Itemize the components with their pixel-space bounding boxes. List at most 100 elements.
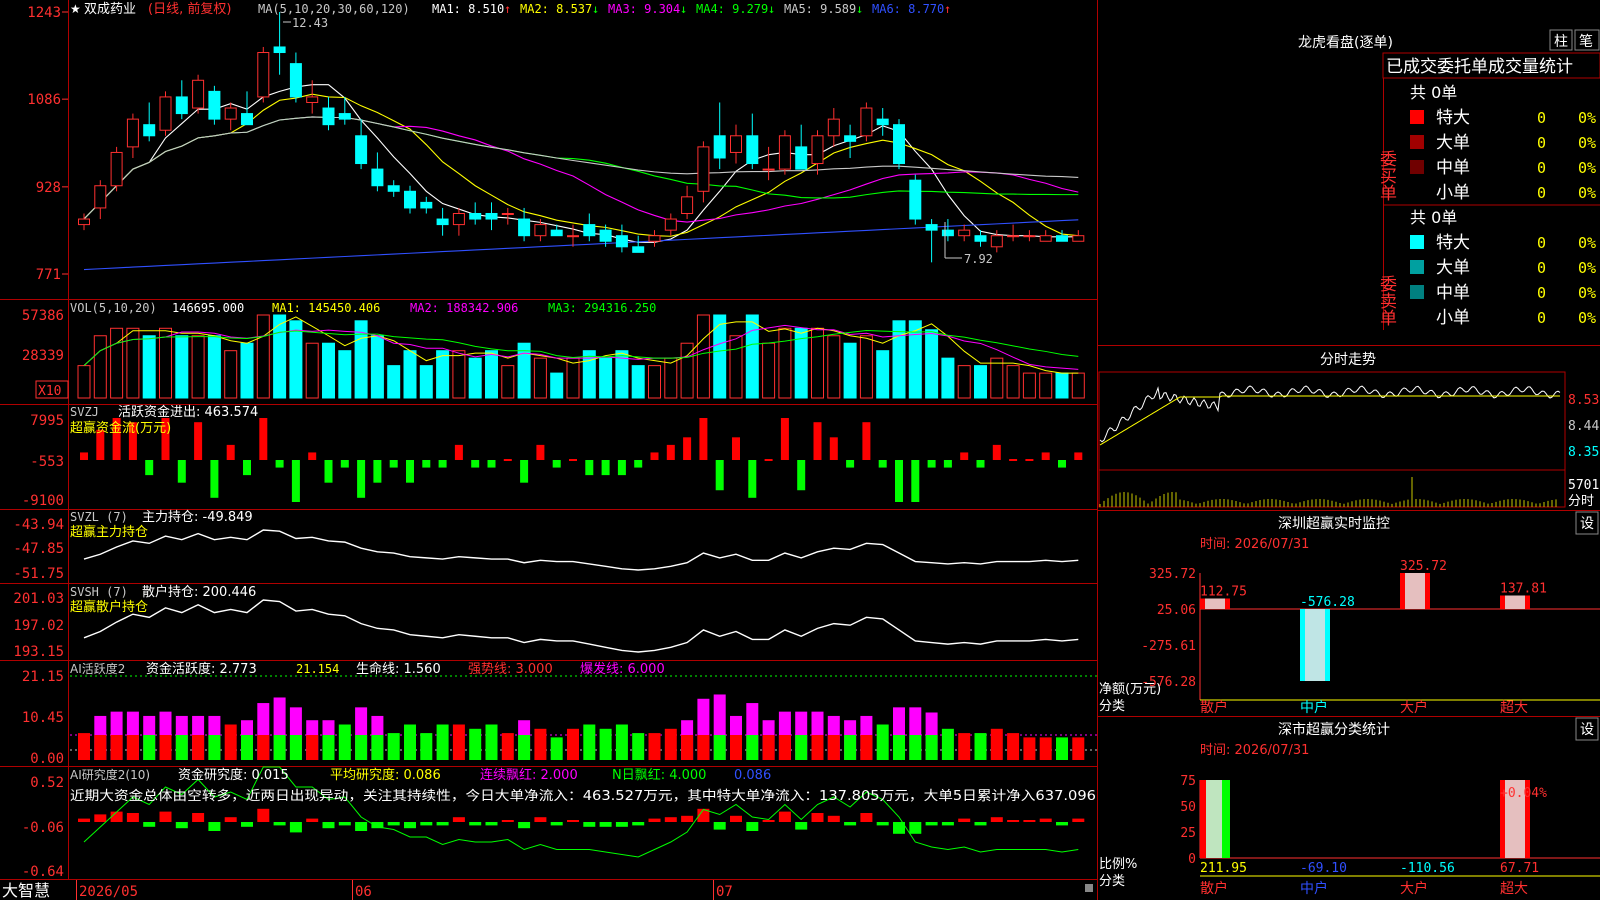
volume-bar xyxy=(550,372,564,399)
candle-body xyxy=(289,63,302,98)
svsh-subtitle: 超赢散户持仓 xyxy=(70,599,148,615)
ai-active-bar xyxy=(501,733,514,760)
sz-monitor-bar-sheen xyxy=(1205,598,1225,609)
intraday-title: 分时走势 xyxy=(1320,352,1376,368)
vol-axis-top: 57386 xyxy=(22,308,64,324)
svzj-bar xyxy=(422,460,431,468)
sz-classify-value: 67.71 xyxy=(1500,861,1539,876)
svsh-label: 散户持仓: 200.446 xyxy=(142,584,256,600)
sell-row-name: 特大 xyxy=(1436,233,1470,253)
svzj-bar xyxy=(976,460,985,468)
ai-research-bar xyxy=(436,822,449,826)
sz-classify-time: 时间: 2026/07/31 xyxy=(1200,743,1309,758)
svzj-bar xyxy=(780,418,789,460)
svzl-label: 主力持仓: -49.849 xyxy=(142,510,253,525)
ai-research-bar xyxy=(485,822,498,826)
ai-research-bar xyxy=(778,811,791,822)
ai-research-bar xyxy=(224,817,237,822)
volume-bar xyxy=(403,350,417,399)
svzj-bar xyxy=(536,444,545,460)
ai-research-bar xyxy=(599,822,612,827)
ai-research-bar xyxy=(159,811,172,822)
svzj-bar xyxy=(194,422,203,460)
ma-legend-item: MA5: 9.589 xyxy=(784,2,856,16)
svzj-bar xyxy=(357,460,366,498)
svzj-subtitle: 超赢资金流(万元) xyxy=(70,420,171,436)
buy-row-pct: 0% xyxy=(1578,184,1596,202)
sz-monitor-axis-label: 325.72 xyxy=(1149,567,1196,582)
stock-name[interactable]: 双成药业 xyxy=(84,2,136,17)
svzj-axis-top: 7995 xyxy=(30,413,64,429)
volume-bar xyxy=(566,357,580,399)
candle-body xyxy=(94,185,107,209)
svzl-axis-mid: -47.85 xyxy=(13,541,64,557)
price-axis-label: 928 xyxy=(36,180,61,196)
ai-active-bar-base xyxy=(175,735,188,760)
svzl-axis-low: -51.75 xyxy=(13,566,64,582)
ai-research-bar xyxy=(746,822,759,831)
ai-active-bar xyxy=(632,733,645,760)
candle-body xyxy=(990,235,1003,248)
ai-active-bar-base xyxy=(762,735,775,760)
sz-classify-ylabel: 比例% xyxy=(1099,857,1137,872)
ai-research-bar xyxy=(909,822,922,834)
ma-legend-arrow: ↓ xyxy=(592,2,599,16)
candle-body xyxy=(648,235,661,242)
sz-classify-category: 大户 xyxy=(1400,880,1428,897)
volume-bar xyxy=(110,327,124,399)
sell-row-name: 大单 xyxy=(1436,258,1470,278)
ma-legend-item: MA1: 8.510 xyxy=(432,2,504,16)
ai-active-bar-base xyxy=(697,735,710,760)
candle-body xyxy=(322,107,335,126)
volume-bar xyxy=(762,342,776,399)
candle-body xyxy=(208,90,221,120)
sz-classify-title: 深市超赢分类统计 xyxy=(1278,721,1390,738)
ai-research-avg: 平均研究度: 0.086 xyxy=(330,767,441,783)
candle-body xyxy=(632,246,645,253)
ai-research-bar xyxy=(322,822,335,829)
volume-bar xyxy=(468,357,482,399)
svzj-bar xyxy=(1009,459,1018,461)
ai-active-bar xyxy=(550,737,563,760)
ai-research-bar xyxy=(1023,820,1036,822)
stock-terminal: 1243 1086 928 771 ★ 双成药业 (日线, 前复权) MA(5,10,… xyxy=(0,0,1600,900)
ai-research-bar xyxy=(1072,818,1085,822)
ai-active-bar-base xyxy=(289,735,302,760)
candle-body xyxy=(1007,235,1020,238)
volume-bar xyxy=(631,365,645,399)
ai-research-red2: N日飘红: 4.000 xyxy=(612,767,706,783)
volume-bar xyxy=(696,314,710,399)
vol-ma3: MA3: 294316.250 xyxy=(548,301,656,315)
svzj-bar xyxy=(226,444,235,460)
sell-row-count: 0 xyxy=(1537,309,1546,327)
buy-row-name: 小单 xyxy=(1436,183,1470,203)
buy-row-swatch xyxy=(1410,135,1424,149)
vol-axis-mid: 28339 xyxy=(22,348,64,364)
svzj-bar xyxy=(683,437,692,460)
ai-active-bar-base xyxy=(844,735,857,760)
svsh-axis-low: 193.15 xyxy=(13,644,64,660)
ai-active-bar-base xyxy=(518,735,531,760)
lock-icon[interactable] xyxy=(1085,884,1093,892)
ma-legend-item: MA2: 8.537 xyxy=(520,2,592,16)
candle-body xyxy=(925,224,938,231)
ai-research-bar xyxy=(762,820,775,822)
ai-research-title: AI研究度2(10) xyxy=(70,767,150,782)
ai-active-bar-base xyxy=(159,735,172,760)
ai-active-bar xyxy=(452,724,465,760)
candle-body xyxy=(273,46,286,54)
ai-research-bar xyxy=(534,817,547,822)
ai-research-bar xyxy=(550,822,563,826)
sz-classify-annotation: +0.04% xyxy=(1500,786,1547,801)
vol-title: VOL(5,10,20) xyxy=(70,301,157,315)
ai-research-bar xyxy=(795,822,808,830)
ai-active-bar-base xyxy=(371,735,384,760)
volume-bar xyxy=(1022,372,1036,399)
intraday-axis-top: 8.53 xyxy=(1568,393,1599,408)
svzj-axis-low: -9100 xyxy=(22,493,64,509)
volume-bar xyxy=(990,357,1004,399)
svzj-axis-mid: -553 xyxy=(30,454,64,470)
candle-body xyxy=(844,135,857,142)
buy-row-swatch xyxy=(1410,110,1424,124)
ai-active-bar-base xyxy=(110,735,123,760)
